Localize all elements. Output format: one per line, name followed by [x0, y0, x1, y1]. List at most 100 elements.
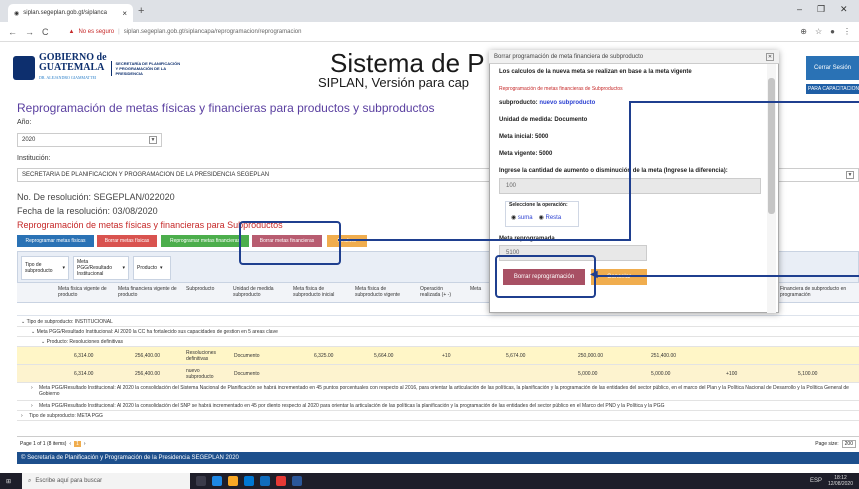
group-row-meta[interactable]: ⌄ Meta PGG/Resultado Institucional: Al 2…	[17, 327, 859, 337]
group-row-meta3[interactable]: › Meta PGG/Resultado Institucional: Al 2…	[17, 401, 859, 411]
browser-tab[interactable]: ◉ siplan.segeplan.gob.gt/siplanca ×	[8, 4, 133, 22]
taskbar-search[interactable]: ⌕ Escribe aquí para buscar	[22, 473, 190, 489]
edge-icon[interactable]	[212, 476, 222, 486]
reprogram-physical-button[interactable]: Reprogramar metas físicas	[17, 235, 94, 247]
cell-operacion: +10	[442, 352, 451, 359]
expand-icon[interactable]: ⌄	[17, 329, 35, 335]
url-field[interactable]: ▲ No es seguro | siplan.segeplan.gob.gt/…	[69, 29, 302, 35]
expand-icon[interactable]: ›	[17, 385, 39, 391]
cell-subproducto: nuevo subproducto	[186, 367, 214, 380]
group-label: Tipo de subproducto: INSTITUCIONAL	[26, 318, 113, 325]
cell-meta-financiera: 256,400.00	[135, 352, 161, 359]
page-size-select[interactable]: 200	[841, 439, 856, 448]
table-row[interactable]: 6,314.00 256,400.00 Resoluciones definit…	[17, 347, 859, 365]
lang-indicator[interactable]: ESP	[810, 478, 822, 484]
page-size-label: Page size:	[815, 440, 839, 447]
col-header[interactable]: Meta física vigente de producto	[58, 286, 114, 298]
forward-icon[interactable]: →	[25, 27, 34, 37]
star-icon[interactable]: ☆	[815, 27, 822, 36]
page-number[interactable]: 1	[74, 440, 81, 447]
col-header[interactable]: Meta financiera vigente de producto	[118, 286, 180, 298]
next-page-icon[interactable]: ›	[84, 441, 86, 447]
folder-icon[interactable]	[228, 476, 238, 486]
initial-goal-line: Meta inicial: 5000	[499, 134, 549, 140]
zoom-icon[interactable]: ⊕	[800, 27, 807, 36]
reprogram-financial-button[interactable]: Reprogramar metas financieras	[161, 235, 249, 247]
cell-financiera-inicial: 5,000.00	[578, 370, 598, 377]
arrow-line	[629, 101, 631, 241]
mail-icon[interactable]	[260, 476, 270, 486]
chevron-down-icon: ▼	[149, 136, 157, 144]
arrow-line	[338, 239, 630, 241]
group-row-type[interactable]: ⌄ Tipo de subproducto: INSTITUCIONAL	[17, 317, 859, 327]
cell-meta: 5,674.00	[506, 352, 526, 359]
group-label: Meta PGG/Resultado Institucional: Al 202…	[39, 385, 849, 397]
logout-button[interactable]: Cerrar Sesión	[806, 56, 859, 80]
pager-summary: Page 1 of 1 (8 items)	[20, 440, 67, 447]
restore-button[interactable]: ❐	[817, 4, 825, 15]
table-row-selected[interactable]: 6,314.00 256,400.00 nuevo subproducto Do…	[17, 365, 859, 383]
chrome-icon[interactable]	[276, 476, 286, 486]
grid-pager: Page 1 of 1 (8 items) ‹ 1 › Page size: 2…	[17, 436, 859, 450]
cell-unidad: Documento	[234, 370, 260, 377]
arrow-line	[629, 101, 859, 103]
prev-page-icon[interactable]: ‹	[69, 441, 71, 447]
group-chip-type[interactable]: Tipo de subproducto ▾	[21, 256, 69, 280]
sort-icon: ▾	[122, 265, 125, 271]
year-value: 2020	[22, 137, 36, 143]
back-icon[interactable]: ←	[8, 27, 17, 37]
col-header[interactable]: Financiera de subproducto en programació…	[780, 286, 859, 298]
operation-options: ◉ suma ◉ Resta	[511, 214, 561, 221]
cell-subproducto: Resoluciones definitivas	[186, 349, 217, 362]
delete-physical-button[interactable]: Borrar metas físicas	[97, 235, 157, 247]
institution-label: Institución:	[17, 155, 51, 162]
emblem-icon	[13, 56, 35, 80]
new-tab-button[interactable]: +	[138, 5, 144, 17]
col-header[interactable]: Subproducto	[186, 286, 230, 292]
group-row-product[interactable]: ⌄ Producto: Resoluciones definitivas	[17, 337, 859, 347]
cancel-button[interactable]: Cancelar	[591, 269, 647, 285]
dialog-note: Los calculos de la nueva meta se realiza…	[499, 69, 692, 75]
reload-icon[interactable]: C	[42, 27, 49, 37]
col-header[interactable]: Unidad de medida subproducto	[233, 286, 289, 298]
group-chip-meta[interactable]: Meta PGG/Resultado Institucional ▾	[73, 256, 129, 280]
group-chip-label: Tipo de subproducto	[25, 262, 53, 274]
task-view-icon[interactable]	[196, 476, 206, 486]
menu-icon[interactable]: ⋮	[843, 27, 851, 36]
unit-line: Unidad de medida: Documento	[499, 117, 588, 123]
close-icon[interactable]: ✕	[766, 52, 774, 61]
radio-suma[interactable]: ◉ suma	[511, 214, 533, 221]
profile-icon[interactable]: ●	[830, 27, 835, 36]
expand-icon[interactable]: ›	[17, 403, 39, 409]
globe-icon: ◉	[14, 10, 20, 17]
resolution-number: No. De resolución: SEGEPLAN/022020	[17, 192, 175, 202]
year-select[interactable]: 2020 ▼	[17, 133, 162, 147]
close-window-button[interactable]: ✕	[840, 4, 848, 15]
arrow-line	[595, 275, 859, 277]
expand-icon[interactable]: ⌄	[17, 339, 45, 345]
radio-resta[interactable]: ◉ Resta	[539, 214, 562, 221]
clock[interactable]: 18:12 12/08/2020	[828, 475, 853, 487]
group-row-type2[interactable]: › Tipo de subproducto: META PGG	[17, 411, 859, 421]
col-header[interactable]: Meta	[470, 286, 488, 292]
store-icon[interactable]	[244, 476, 254, 486]
radio-icon: ◉	[511, 215, 517, 221]
group-chip-product[interactable]: Producto ▾	[133, 256, 171, 280]
col-header[interactable]: Operación realizada (+ -)	[420, 286, 464, 298]
windows-icon[interactable]: ⊞	[6, 478, 11, 485]
gobierno-logo: GOBIERNO de GUATEMALA DR. ALEJANDRO GIAM…	[13, 50, 193, 86]
expand-icon[interactable]: ⌄	[17, 319, 25, 325]
dialog-scrollbar-thumb[interactable]	[768, 78, 775, 214]
arrow-head-icon: ◀	[590, 269, 598, 280]
word-icon[interactable]	[292, 476, 302, 486]
cell-financiera-programada: 5,100.00	[798, 370, 818, 377]
group-row-meta2[interactable]: › Meta PGG/Resultado Institucional: Al 2…	[17, 383, 859, 401]
expand-icon[interactable]: ›	[17, 413, 29, 419]
minimize-button[interactable]: –	[797, 4, 802, 14]
security-label: No es seguro	[78, 28, 115, 35]
col-header[interactable]: Meta física de subproducto inicial	[293, 286, 351, 298]
col-header[interactable]: Meta física de subproducto vigente	[355, 286, 413, 298]
cell-unidad: Documento	[234, 352, 260, 359]
close-tab-icon[interactable]: ×	[122, 9, 127, 18]
subproduct-value: nuevo subproducto	[539, 100, 596, 106]
